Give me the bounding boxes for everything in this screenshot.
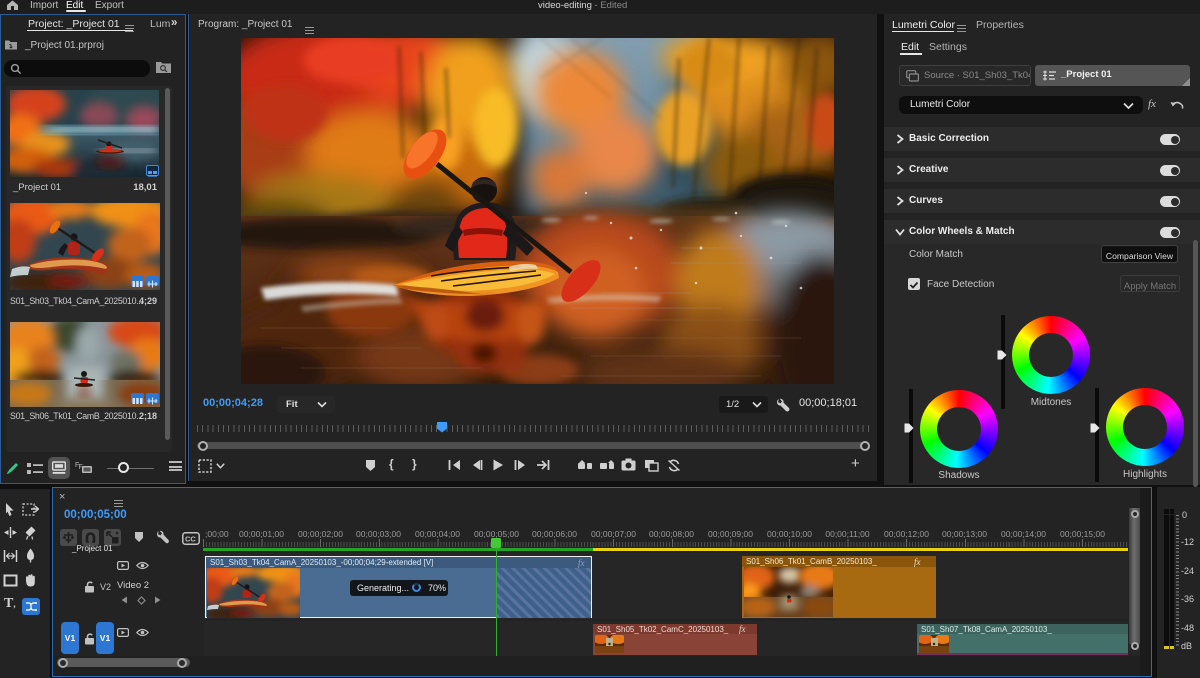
svg-text:CC: CC <box>185 535 196 544</box>
